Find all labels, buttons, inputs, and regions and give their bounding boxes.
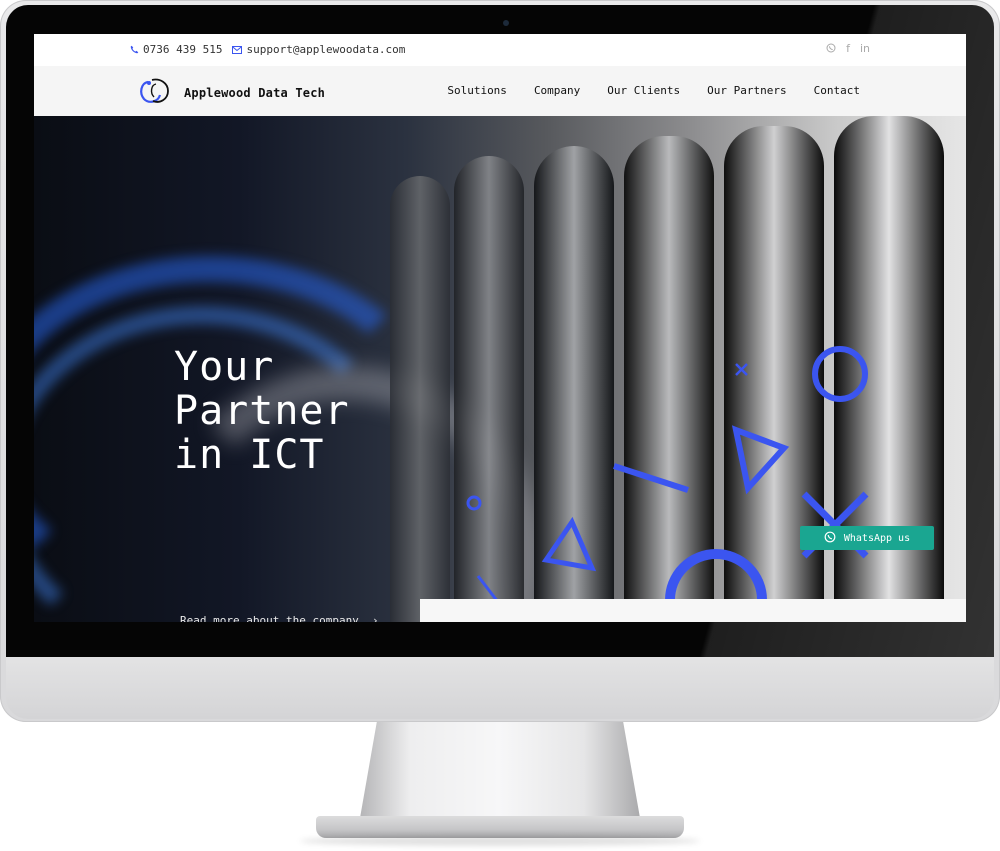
stand-shadow (300, 836, 700, 846)
linkedin-icon[interactable]: in (860, 43, 870, 55)
email-item[interactable]: support@applewoodata.com (232, 43, 405, 56)
contact-info: 0736 439 515 support@applewoodata.com (130, 43, 405, 56)
whatsapp-icon (824, 531, 836, 546)
chevron-right-icon: › (365, 614, 379, 622)
x-shape-small (735, 363, 748, 376)
whatsapp-icon[interactable] (826, 43, 836, 55)
nav-item-solutions[interactable]: Solutions (447, 84, 507, 97)
brand-name: Applewood Data Tech (184, 86, 326, 100)
facebook-icon[interactable]: f (846, 43, 850, 55)
main-navbar: Applewood Data Tech Solutions Company Ou… (34, 66, 966, 117)
site-logo[interactable]: Applewood Data Tech (138, 77, 325, 109)
nav-item-our-clients[interactable]: Our Clients (607, 84, 680, 97)
nav-item-our-partners[interactable]: Our Partners (707, 84, 786, 97)
phone-number: 0736 439 515 (143, 43, 223, 56)
phone-icon (130, 45, 139, 54)
monitor-stand-neck (360, 722, 640, 818)
hero-section: Your Partner in ICT Read more about the … (34, 116, 966, 622)
main-nav: Solutions Company Our Clients Our Partne… (447, 84, 860, 97)
triangle-shape-right (731, 425, 790, 495)
triangle-shape-left (541, 516, 597, 572)
ring-shape-top (812, 346, 868, 402)
mail-icon (232, 45, 243, 54)
email-address: support@applewoodata.com (246, 43, 406, 56)
bar-shape (613, 463, 689, 493)
monitor-chin (6, 657, 994, 719)
content-panel-edge (420, 599, 966, 622)
read-more-link[interactable]: Read more about the company › (180, 614, 379, 622)
read-more-label: Read more about the company (180, 614, 359, 622)
monitor-stand-foot (316, 816, 684, 838)
nav-item-company[interactable]: Company (534, 84, 580, 97)
nav-item-contact[interactable]: Contact (814, 84, 860, 97)
whatsapp-button[interactable]: WhatsApp us (800, 526, 934, 550)
social-links: f in (826, 43, 870, 55)
logo-mark-icon (138, 77, 176, 109)
whatsapp-button-label: WhatsApp us (843, 532, 911, 544)
camera-dot (503, 20, 509, 26)
website-screen: 0736 439 515 support@applewoodata.com f … (34, 34, 966, 622)
ring-shape-tiny (466, 495, 482, 511)
phone-item[interactable]: 0736 439 515 (130, 43, 222, 56)
top-contact-bar: 0736 439 515 support@applewoodata.com f … (34, 34, 966, 66)
